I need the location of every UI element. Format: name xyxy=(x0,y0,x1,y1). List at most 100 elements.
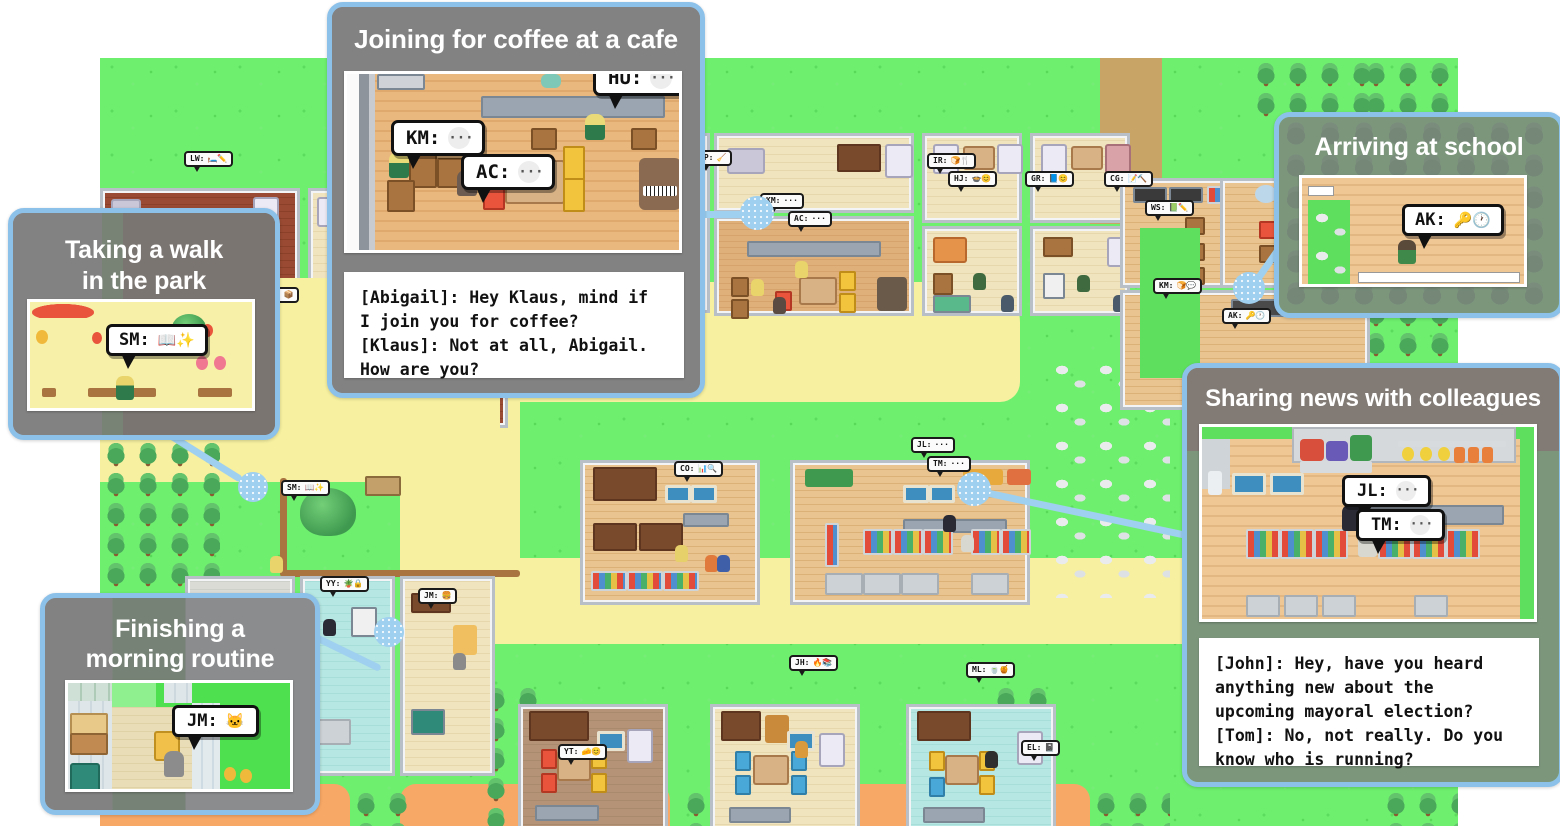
dorm-room-3 xyxy=(922,226,1022,316)
map-label-name: TM: xyxy=(933,459,948,468)
callout-park-bubble-0[interactable]: SM: 📖✨ xyxy=(106,324,209,369)
dialogue-line: upcoming mayoral election? xyxy=(1215,702,1474,721)
bubble-icon: 🐱 xyxy=(225,712,245,730)
bubble-ellipsis-icon: ··· xyxy=(448,127,474,149)
map-label-icon: 📦 xyxy=(283,290,294,299)
callout-news-title: Sharing news with colleagues xyxy=(1205,385,1541,412)
map-label-name: IR: xyxy=(933,156,948,165)
map-label-icon: 📘😊 xyxy=(1048,174,1069,183)
map-label[interactable]: ML: 🍵🍯 xyxy=(966,662,1016,683)
map-label[interactable]: AK: 🔑🕐 xyxy=(1222,308,1272,329)
school-grass-yard xyxy=(1140,228,1200,378)
map-label-name: YT: xyxy=(564,747,579,756)
map-label[interactable]: IR: 🍞🍴 xyxy=(927,153,977,174)
map-label-icon: 🔑🕐 xyxy=(1245,311,1266,320)
callout-news[interactable]: Sharing news with colleagues JL: ··· TM:… xyxy=(1182,363,1560,787)
apartment-3 xyxy=(400,576,495,776)
connector-dot-school xyxy=(1233,272,1265,304)
map-label[interactable]: GR: 📘😊 xyxy=(1025,171,1075,192)
map-label[interactable]: HJ: 🍲😊 xyxy=(948,171,998,192)
map-label-icon: 📖✨ xyxy=(304,483,325,492)
map-label[interactable]: WS: 📗✏️ xyxy=(1145,200,1195,221)
bubble-name: SM: xyxy=(119,330,150,350)
callout-park-scene: SM: 📖✨ xyxy=(27,299,255,411)
map-label[interactable]: KM: 🍞💬 xyxy=(1153,278,1203,299)
callout-cafe-title: Joining for coffee at a cafe xyxy=(354,24,678,54)
map-label-icon: 🍞🍴 xyxy=(950,156,971,165)
map-label[interactable]: YT: 🧀😊 xyxy=(558,744,608,765)
callout-news-bubble-1[interactable]: TM: ··· xyxy=(1356,509,1445,554)
map-label[interactable]: LW: 🛏️✏️ xyxy=(184,151,234,172)
callout-news-scene: JL: ··· TM: ··· xyxy=(1199,424,1537,622)
map-label-name: CO: xyxy=(680,464,695,473)
dialogue-line: know who is running? xyxy=(1215,750,1414,769)
dialogue-line: anything new about the xyxy=(1215,678,1434,697)
callout-cafe-bubble-0[interactable]: HU: ··· xyxy=(593,74,679,109)
forest-bottom-row xyxy=(350,788,410,826)
map-label-name: AK: xyxy=(1228,311,1243,320)
dialogue-line: [John]: Hey, have you heard xyxy=(1215,654,1484,673)
map-label-icon: 📗✏️ xyxy=(1168,203,1189,212)
map-label[interactable]: TM: ··· xyxy=(927,456,971,477)
dialogue-line: [Tom]: No, not really. Do you xyxy=(1215,726,1504,745)
map-label[interactable]: EL: 📓 xyxy=(1021,740,1061,761)
map-label-icon: 🍔 xyxy=(441,591,452,600)
map-label-icon: ··· xyxy=(950,459,965,468)
callout-cafe-dialogue: [Abigail]: Hey Klaus, mind if I join you… xyxy=(344,272,684,379)
forest-bottom-row3 xyxy=(1090,788,1170,826)
map-label-name: HJ: xyxy=(954,174,969,183)
bubble-name: KM: xyxy=(406,127,441,149)
callout-cafe[interactable]: Joining for coffee at a cafe HU: ··· KM:… xyxy=(327,2,705,398)
bottom-house-1 xyxy=(518,704,668,826)
callout-park-title: Taking a walk in the park xyxy=(13,213,275,297)
map-label[interactable]: YY: 🪴🔒 xyxy=(320,576,370,597)
dialogue-line: [Klaus]: Not at all, Abigail. xyxy=(360,336,649,355)
map-label[interactable]: CO: 📊🔍 xyxy=(674,461,724,482)
map-label-name: GR: xyxy=(1031,174,1046,183)
bottom-house-2 xyxy=(710,704,860,826)
cafe-main xyxy=(714,216,914,319)
connector-dot-routine xyxy=(374,617,404,647)
map-label[interactable]: JH: 🔥📚 xyxy=(789,655,839,676)
bubble-ellipsis-icon: ··· xyxy=(1395,481,1419,501)
callout-school-bubble-0[interactable]: AK: 🔑🕐 xyxy=(1402,204,1505,249)
map-label-icon: ··· xyxy=(783,196,798,205)
connector-dot-news xyxy=(957,472,991,506)
connector-dot-park xyxy=(238,472,268,502)
callout-cafe-bubble-1[interactable]: KM: ··· xyxy=(391,120,486,169)
map-label[interactable]: SM: 📖✨ xyxy=(281,480,331,501)
map-label-name: ML: xyxy=(972,665,987,674)
dorm-room-5 xyxy=(1030,226,1133,316)
map-label-icon: 🍵🍯 xyxy=(989,665,1010,674)
dialogue-line: I join you for coffee? xyxy=(360,312,579,331)
bubble-ellipsis-icon: ··· xyxy=(1409,515,1433,535)
bottom-house-3 xyxy=(906,704,1056,826)
map-label-icon: ··· xyxy=(811,214,826,223)
map-label[interactable]: JL: ··· xyxy=(911,437,955,458)
map-label-name: LW: xyxy=(190,154,205,163)
bubble-name: JL: xyxy=(1357,481,1388,501)
map-label-name: EL: xyxy=(1027,743,1042,752)
map-label-icon: 🧀😊 xyxy=(581,747,602,756)
map-label-icon: 🛏️✏️ xyxy=(207,154,228,163)
map-label-name: SM: xyxy=(287,483,302,492)
callout-cafe-bubble-2[interactable]: AC: ··· xyxy=(461,154,556,203)
map-label-name: JL: xyxy=(917,440,932,449)
bubble-icon: 🔑🕐 xyxy=(1453,211,1492,229)
callout-park[interactable]: Taking a walk in the park SM: 📖✨ xyxy=(8,208,280,440)
callout-school[interactable]: Arriving at school AK: 🔑🕐 xyxy=(1274,112,1560,318)
map-label[interactable]: AC: ··· xyxy=(788,211,832,232)
map-label-icon: 🍞💬 xyxy=(1176,281,1197,290)
callout-routine[interactable]: Finishing a morning routine JM: 🐱 xyxy=(40,593,320,815)
map-label-icon: 🔥📚 xyxy=(812,658,833,667)
park-bench xyxy=(365,476,401,496)
map-label[interactable]: JM: 🍔 xyxy=(418,588,458,609)
callout-routine-bubble-0[interactable]: JM: 🐱 xyxy=(172,705,260,750)
map-label-icon: 📝🔨 xyxy=(1127,174,1148,183)
map-label-name: YY: xyxy=(326,579,341,588)
callout-news-bubble-0[interactable]: JL: ··· xyxy=(1342,475,1431,520)
map-label-name: AC: xyxy=(794,214,809,223)
callout-school-scene: AK: 🔑🕐 xyxy=(1299,175,1527,287)
map-label-icon: 🍲😊 xyxy=(971,174,992,183)
map-label[interactable]: CG: 📝🔨 xyxy=(1104,171,1154,192)
